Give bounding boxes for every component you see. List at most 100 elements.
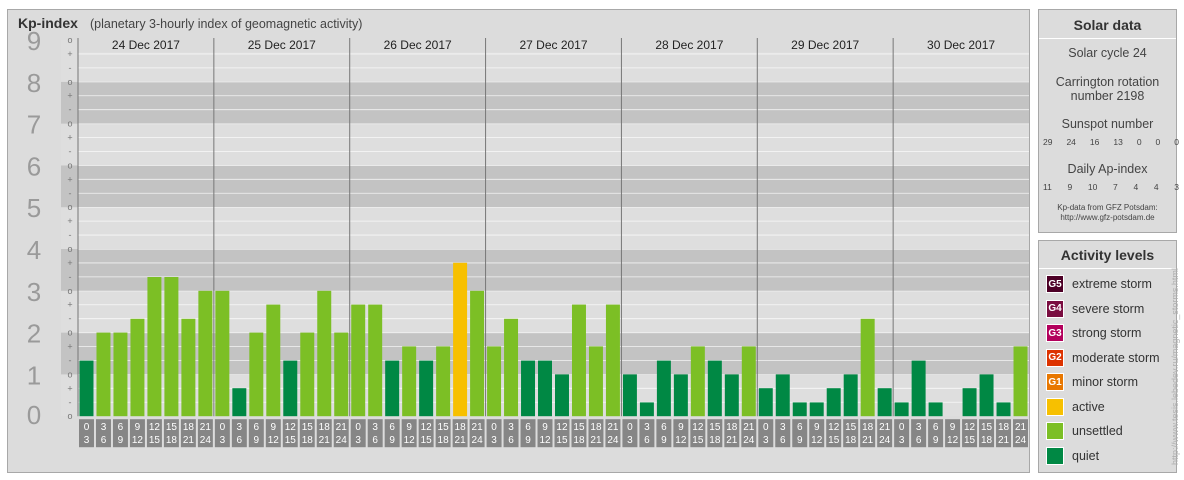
interval-end-label: 24: [743, 435, 755, 446]
sunspot-values: 29 24 16 13 0 0 0: [1043, 137, 1179, 147]
ap-index-value: 3: [1174, 182, 1179, 192]
carrington-line2: number 2198: [1070, 89, 1145, 103]
kp-bar: [724, 374, 739, 417]
interval-end-label: 3: [355, 435, 361, 446]
interval-start-label: 3: [101, 422, 107, 433]
interval-start-label: 15: [845, 422, 857, 433]
kp-bar: [928, 402, 943, 417]
divider: [1039, 268, 1176, 269]
kp-bar: [113, 332, 128, 417]
interval-start-label: 21: [336, 422, 348, 433]
ap-index-value: 7: [1113, 182, 1118, 192]
interval-start-label: 21: [743, 422, 755, 433]
sunspot-value: 16: [1089, 137, 1100, 147]
interval-end-label: 9: [933, 435, 939, 446]
day-label: 25 Dec 2017: [248, 38, 316, 52]
interval-start-label: 0: [763, 422, 769, 433]
kp-bar: [300, 332, 315, 417]
y-tick-label: 9: [27, 26, 41, 56]
y-minor-tick-label: -: [69, 188, 72, 198]
divider: [1039, 38, 1176, 39]
kp-bar: [368, 304, 383, 417]
interval-start-label: 18: [862, 422, 874, 433]
interval-start-label: 0: [491, 422, 497, 433]
interval-start-label: 18: [319, 422, 331, 433]
legend-item: active: [1046, 397, 1105, 417]
y-minor-tick-label: -: [69, 63, 72, 73]
kp-bar: [419, 360, 434, 417]
legend-item: G3 strong storm: [1046, 323, 1141, 343]
y-minor-tick-label: -: [69, 105, 72, 115]
ap-title: Daily Ap-index: [1067, 162, 1148, 176]
y-minor-tick-label: -: [69, 397, 72, 407]
interval-start-label: 15: [302, 422, 314, 433]
kp-bar: [198, 290, 213, 417]
y-minor-tick-label: o: [67, 286, 72, 296]
interval-end-label: 6: [101, 435, 107, 446]
legend-label: unsettled: [1072, 424, 1123, 438]
interval-end-label: 3: [491, 435, 497, 446]
y-tick-label: 3: [27, 277, 41, 307]
interval-start-label: 15: [573, 422, 585, 433]
ap-index-value: 9: [1067, 182, 1073, 192]
legend-item: quiet: [1046, 446, 1099, 466]
kp-band: [61, 123, 1029, 166]
y-minor-tick-label: o: [67, 369, 72, 379]
interval-start-label: 21: [879, 422, 891, 433]
interval-start-label: 6: [661, 422, 667, 433]
kp-bar: [470, 290, 485, 417]
interval-end-label: 18: [845, 435, 857, 446]
legend-swatch: G1: [1046, 373, 1064, 391]
day-label: 29 Dec 2017: [791, 38, 859, 52]
day-label: 30 Dec 2017: [927, 38, 995, 52]
kp-band: [61, 207, 1029, 249]
interval-end-label: 12: [811, 435, 823, 446]
kp-bar: [96, 332, 111, 417]
y-minor-tick-label: o: [67, 35, 72, 45]
interval-end-label: 21: [862, 435, 874, 446]
kp-bar: [538, 360, 552, 417]
interval-start-label: 0: [355, 422, 361, 433]
interval-start-label: 3: [780, 422, 786, 433]
interval-end-label: 21: [590, 435, 602, 446]
interval-start-label: 9: [814, 422, 820, 433]
interval-end-label: 15: [556, 435, 568, 446]
interval-end-label: 6: [780, 435, 786, 446]
interval-start-label: 3: [372, 422, 378, 433]
interval-start-label: 18: [183, 422, 195, 433]
y-minor-tick-label: +: [67, 49, 72, 59]
kp-bar: [385, 360, 400, 417]
solar-cycle: Solar cycle 24: [1068, 46, 1147, 60]
interval-end-label: 12: [675, 435, 687, 446]
interval-start-label: 12: [692, 422, 704, 433]
kp-bar: [860, 318, 875, 417]
y-minor-tick-label: o: [67, 119, 72, 129]
kp-band: [61, 81, 1029, 124]
interval-end-label: 6: [372, 435, 378, 446]
interval-end-label: 18: [573, 435, 585, 446]
y-minor-tick-label: o: [67, 77, 72, 87]
interval-end-label: 12: [268, 435, 280, 446]
kp-bar: [741, 346, 756, 417]
carrington-line1: Carrington rotation: [1055, 75, 1160, 89]
kp-bar: [215, 290, 230, 417]
ap-values: 11 9 10 7 4 4 3: [1043, 182, 1179, 192]
kp-bar: [673, 374, 688, 417]
kp-band: [61, 165, 1029, 208]
day-label: 27 Dec 2017: [519, 38, 587, 52]
y-minor-tick-label: +: [67, 300, 72, 310]
source-url-watermark: http://www.tesis.lebedev.ru/magnetic_sto…: [1170, 268, 1180, 465]
kp-bar: [962, 388, 977, 417]
interval-start-label: 6: [254, 422, 260, 433]
interval-end-label: 9: [661, 435, 667, 446]
legend-swatch: [1046, 422, 1064, 440]
kp-bar: [843, 374, 858, 417]
interval-end-label: 18: [166, 435, 178, 446]
kp-bar: [504, 318, 519, 417]
ap-index-value: 4: [1153, 182, 1159, 192]
kp-bar: [707, 360, 722, 417]
kp-bar: [758, 388, 773, 417]
interval-end-label: 6: [508, 435, 514, 446]
interval-start-label: 21: [472, 422, 484, 433]
interval-end-label: 6: [237, 435, 243, 446]
